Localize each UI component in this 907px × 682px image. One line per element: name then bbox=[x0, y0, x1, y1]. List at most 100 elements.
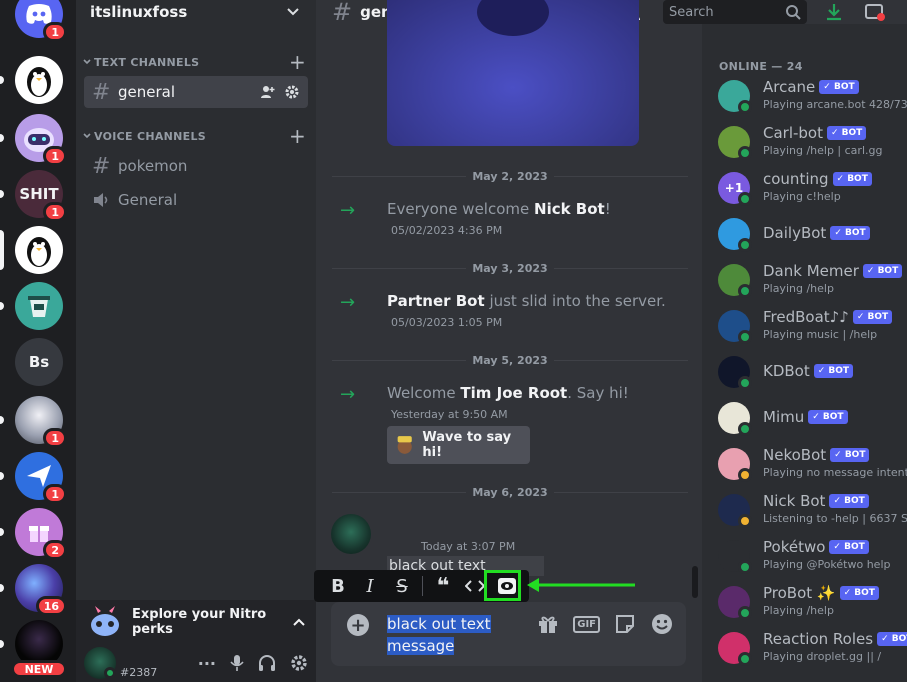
username-link[interactable]: Partner Bot bbox=[387, 292, 485, 310]
avatar[interactable] bbox=[331, 514, 371, 554]
strikethrough-icon[interactable]: S bbox=[386, 572, 418, 600]
member-name: DailyBot bbox=[763, 224, 827, 242]
member-name: Carl-bot bbox=[763, 124, 823, 142]
server-icon-arrow-server[interactable]: 1 bbox=[0, 452, 67, 504]
server-icon-bs-server[interactable]: Bs bbox=[15, 338, 63, 386]
channel-pokemon[interactable]: # pokemon bbox=[84, 150, 308, 182]
chevron-down-icon bbox=[83, 133, 91, 139]
channel-voice-general[interactable]: General bbox=[84, 184, 308, 216]
unread-indicator bbox=[0, 472, 4, 480]
member-name-row: KDBot ✓ BOT bbox=[763, 362, 854, 380]
new-badge: NEW bbox=[11, 660, 67, 678]
member-name: KDBot bbox=[763, 362, 810, 380]
add-channel-icon[interactable]: + bbox=[289, 124, 306, 148]
category-voice-channels[interactable]: VOICE CHANNELS + bbox=[76, 124, 316, 148]
chevron-up-icon[interactable] bbox=[292, 615, 306, 629]
member-item[interactable]: Pokétwo ✓ BOT Playing @Pokétwo help bbox=[718, 536, 907, 578]
add-attachment-icon[interactable]: + bbox=[347, 614, 369, 636]
member-item[interactable]: ProBot ✨ ✓ BOT Playing /help bbox=[718, 582, 907, 624]
server-icon-bucket-server[interactable] bbox=[0, 282, 63, 330]
mention-badge: 16 bbox=[35, 596, 67, 616]
server-icon-robot-server[interactable]: 1 bbox=[0, 114, 67, 166]
member-item[interactable]: Dank Memer ✓ BOT Playing /help bbox=[718, 260, 907, 302]
status-indicator bbox=[738, 652, 752, 666]
unread-indicator bbox=[0, 230, 4, 270]
bot-badge: ✓ BOT bbox=[852, 310, 893, 324]
nitro-promo[interactable]: Explore your Nitro perks bbox=[76, 600, 316, 644]
bold-icon[interactable]: B bbox=[322, 572, 354, 600]
timestamp: Today at 3:07 PM bbox=[421, 540, 516, 553]
gif-button[interactable]: GIF bbox=[573, 615, 600, 633]
server-icon-gift-server[interactable]: 2 bbox=[0, 508, 67, 560]
invite-user-icon[interactable] bbox=[260, 84, 276, 100]
category-label: TEXT CHANNELS bbox=[94, 55, 200, 69]
bot-badge: ✓ BOT bbox=[813, 364, 854, 378]
member-item[interactable]: Reaction Roles✓ BOT Playing droplet.gg ||… bbox=[718, 628, 907, 670]
bucket-icon bbox=[28, 296, 50, 317]
embed-image[interactable] bbox=[387, 0, 639, 146]
member-name: Arcane bbox=[763, 78, 816, 96]
microphone-icon[interactable] bbox=[230, 654, 244, 672]
penguin-icon bbox=[27, 237, 51, 267]
member-name-row: Carl-bot ✓ BOT bbox=[763, 124, 867, 142]
search-input[interactable]: Search bbox=[663, 0, 807, 24]
username-link[interactable]: Tim Joe Root bbox=[460, 384, 567, 402]
bot-badge: ✓ BOT bbox=[830, 448, 870, 462]
scrollbar-thumb[interactable] bbox=[692, 566, 698, 598]
inbox-icon[interactable] bbox=[864, 2, 886, 22]
gear-icon[interactable] bbox=[290, 654, 308, 672]
user-tag: #2387 bbox=[120, 665, 158, 679]
arrow-annotation-icon bbox=[527, 578, 635, 592]
gift-icon[interactable] bbox=[537, 613, 559, 635]
member-item[interactable]: NekoBot ✓ BOT Playing no message intent s bbox=[718, 444, 907, 486]
server-icon-penguin-server-1[interactable] bbox=[0, 56, 63, 104]
quote-icon[interactable]: ❝ bbox=[427, 572, 459, 600]
category-text-channels[interactable]: TEXT CHANNELS + bbox=[76, 50, 316, 74]
member-activity: Playing music | /help bbox=[763, 328, 878, 341]
date-divider: May 2, 2023 bbox=[332, 168, 688, 184]
server-icon-shit-server[interactable]: SHIT 1 bbox=[0, 170, 67, 222]
server-icon-galaxy-server[interactable]: 16 bbox=[0, 564, 67, 616]
message-composer[interactable]: + black out text message GIF bbox=[331, 602, 686, 666]
status-indicator bbox=[738, 100, 752, 114]
server-icon-anime-server[interactable]: 1 bbox=[0, 396, 67, 448]
italic-icon[interactable]: I bbox=[354, 572, 386, 600]
channel-label: General bbox=[118, 191, 178, 209]
message-input[interactable]: black out text message bbox=[387, 613, 491, 657]
member-activity: Playing /help bbox=[763, 282, 834, 295]
guild-header[interactable]: itslinuxfoss bbox=[76, 0, 316, 24]
member-item[interactable]: +1 counting ✓ BOT Playing c!help bbox=[718, 168, 907, 210]
download-icon[interactable] bbox=[824, 2, 844, 22]
member-item[interactable]: Carl-bot ✓ BOT Playing /help | carl.gg bbox=[718, 122, 907, 164]
member-item[interactable]: FredBoat♪♪ ✓ BOT Playing music | /help bbox=[718, 306, 907, 348]
member-item[interactable]: KDBot ✓ BOT bbox=[718, 352, 907, 394]
avatar[interactable] bbox=[84, 647, 116, 679]
system-message: → Welcome Tim Joe Root. Say hi! bbox=[340, 384, 629, 405]
timestamp: 05/02/2023 4:36 PM bbox=[391, 224, 503, 237]
bot-badge: ✓ BOT bbox=[877, 632, 907, 646]
channel-general[interactable]: # general bbox=[84, 76, 308, 108]
bot-badge: ✓ BOT bbox=[819, 80, 859, 94]
emoji-icon[interactable] bbox=[650, 612, 674, 636]
headphones-icon[interactable] bbox=[258, 654, 276, 672]
member-name: Nick Bot bbox=[763, 492, 826, 510]
member-item[interactable]: Nick Bot ✓ BOT Listening to -help | 6637 S… bbox=[718, 490, 907, 532]
member-name: ProBot ✨ bbox=[763, 584, 836, 602]
sticker-icon[interactable] bbox=[614, 613, 636, 635]
download-apps[interactable] bbox=[824, 0, 844, 24]
member-item[interactable]: Arcane ✓ BOT Playing arcane.bot 428/736 bbox=[718, 76, 907, 118]
server-icon-penguin-server-2[interactable] bbox=[0, 226, 63, 274]
server-avatar bbox=[15, 282, 63, 330]
member-name: FredBoat♪♪ bbox=[763, 308, 849, 326]
member-item[interactable]: Mimu ✓ BOT bbox=[718, 398, 907, 440]
server-icon-discord-home[interactable]: 1 bbox=[15, 0, 67, 42]
add-channel-icon[interactable]: + bbox=[289, 50, 306, 74]
join-arrow-icon: → bbox=[340, 200, 356, 221]
member-item[interactable]: DailyBot ✓ BOT bbox=[718, 214, 907, 256]
member-activity: Playing @Pokétwo help bbox=[763, 558, 891, 571]
more-icon[interactable]: ··· bbox=[198, 654, 216, 673]
gear-icon[interactable] bbox=[284, 84, 300, 100]
inbox[interactable] bbox=[864, 0, 886, 24]
wave-button[interactable]: Wave to say hi! bbox=[387, 426, 530, 464]
username-link[interactable]: Nick Bot bbox=[534, 200, 605, 218]
